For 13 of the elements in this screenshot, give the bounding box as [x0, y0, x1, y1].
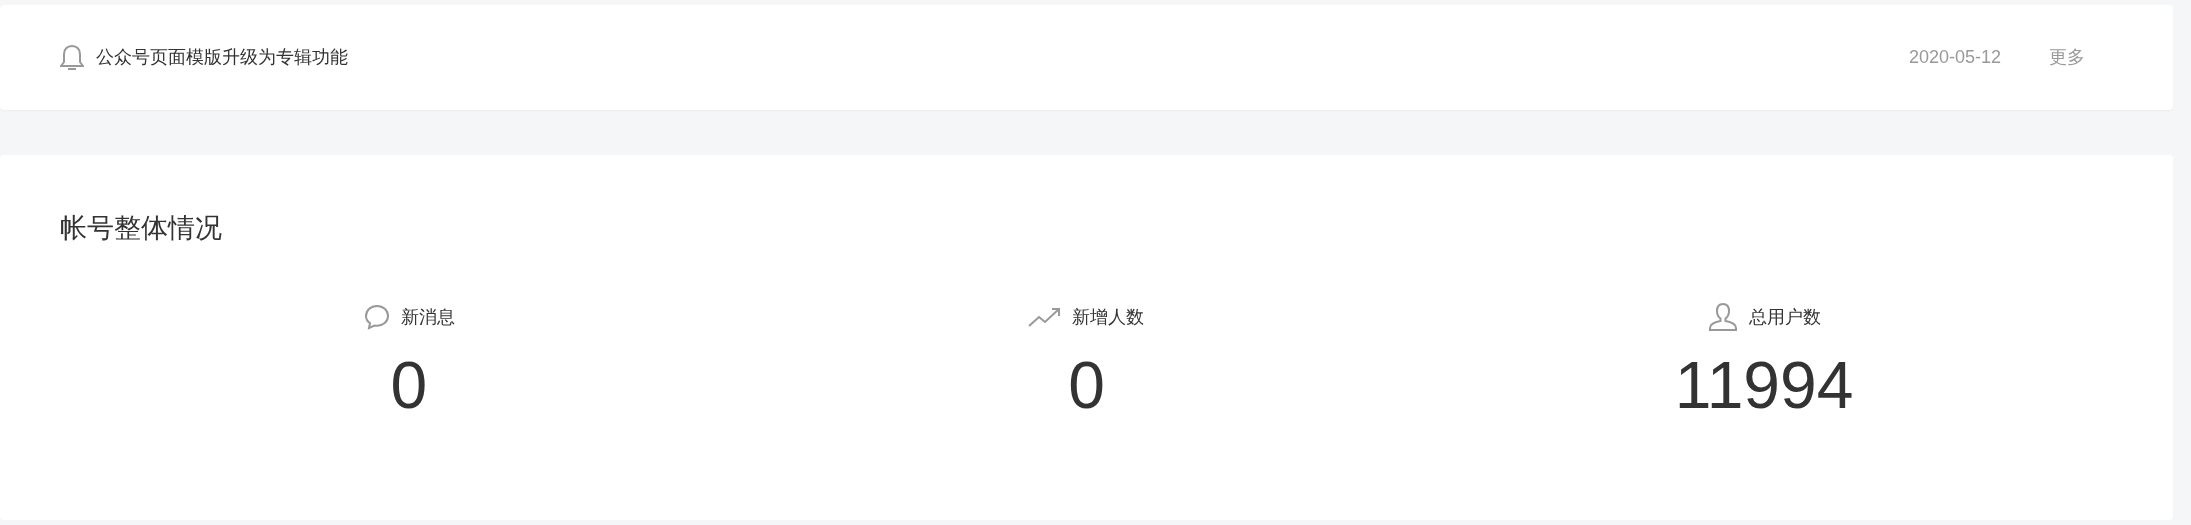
- notice-date: 2020-05-12: [1908, 46, 2001, 69]
- stat-label: 总用户数: [1749, 305, 1822, 329]
- user-icon: [1707, 301, 1740, 333]
- stat-value: 0: [1068, 352, 1105, 418]
- section-title: 帐号整体情况: [60, 215, 223, 242]
- trend-up-icon: [1028, 306, 1063, 328]
- stat-value: 11994: [1674, 352, 1854, 418]
- notice-text[interactable]: 公众号页面模版升级为专辑功能: [96, 44, 348, 71]
- chat-bubble-icon: [362, 303, 391, 331]
- stat-value: 0: [390, 352, 428, 418]
- bell-icon: [60, 43, 84, 72]
- stat-label: 新增人数: [1072, 305, 1145, 329]
- stat-label: 新消息: [400, 305, 455, 329]
